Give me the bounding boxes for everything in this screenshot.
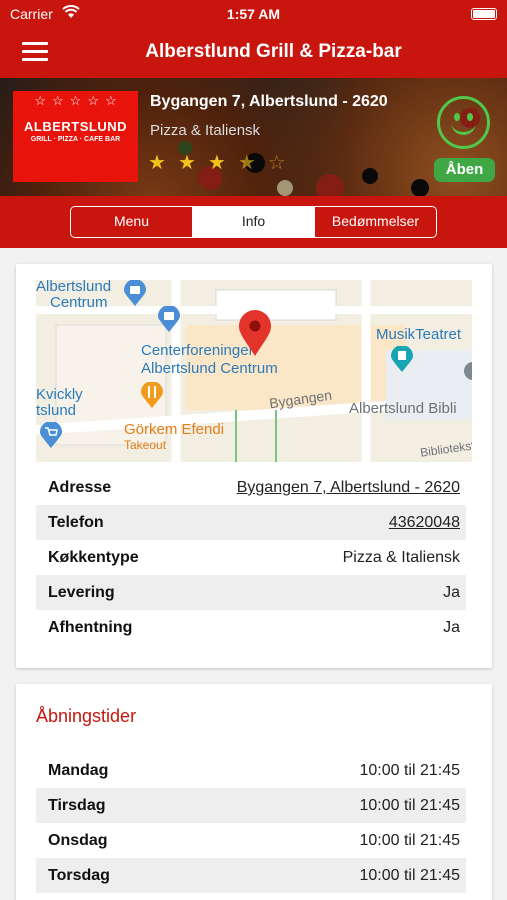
hours-value: 10:00 til 21:45 xyxy=(359,867,460,884)
clock: 1:57 AM xyxy=(226,6,281,22)
hamburger-menu-icon[interactable] xyxy=(22,42,48,62)
info-card: Albertslund Centrum Centerforeningen Alb… xyxy=(16,264,492,668)
navigation-bar: Alberstlund Grill & Pizza-bar xyxy=(0,28,507,78)
star-icon: ★ xyxy=(177,152,208,174)
map-label: Albertslund xyxy=(36,280,112,295)
info-key: Levering xyxy=(48,584,115,601)
star-icon: ☆ xyxy=(267,152,298,174)
hours-row: Mandag 10:00 til 21:45 xyxy=(36,753,466,788)
day-label: Onsdag xyxy=(48,832,108,849)
info-row-pickup: Afhentning Ja xyxy=(36,610,466,645)
tab-menu[interactable]: Menu xyxy=(71,207,192,237)
info-key: Afhentning xyxy=(48,619,133,636)
map-label: tslund xyxy=(36,402,77,419)
address-link[interactable]: Bygangen 7, Albertslund - 2620 xyxy=(237,470,460,505)
map-label: Kvickly xyxy=(36,386,83,403)
info-row-phone: Telefon 43620048 xyxy=(36,505,466,540)
info-value: Ja xyxy=(443,619,460,636)
map-label: Albertslund Centrum xyxy=(141,360,278,377)
hours-value: 10:00 til 21:45 xyxy=(359,797,460,814)
map-label: Albertslund Bibli xyxy=(349,400,457,417)
info-row-address: Adresse Bygangen 7, Albertslund - 2620 xyxy=(36,470,466,505)
logo-stars: ☆☆☆☆☆ xyxy=(34,93,123,108)
info-key: Telefon xyxy=(48,514,104,531)
star-icon: ★ xyxy=(237,152,268,174)
smiley-icon xyxy=(437,96,490,149)
info-row-cuisine: Køkkentype Pizza & Italiensk xyxy=(36,540,466,575)
opening-hours-title: Åbningstider xyxy=(36,706,137,726)
info-value: Ja xyxy=(443,584,460,601)
map-label: Görkem Efendi xyxy=(124,421,225,438)
status-bar: Carrier 1:57 AM xyxy=(0,0,507,28)
logo-name: ALBERTSLUND xyxy=(24,119,127,134)
battery-icon xyxy=(471,8,497,20)
info-value: Pizza & Italiensk xyxy=(342,549,460,566)
hours-row: Torsdag 10:00 til 21:45 xyxy=(36,858,466,893)
open-status-badge: Åben xyxy=(434,158,495,182)
day-label: Mandag xyxy=(48,762,109,779)
hours-row: Onsdag 10:00 til 21:45 xyxy=(36,823,466,858)
day-label: Torsdag xyxy=(48,867,110,884)
hours-row: Tirsdag 10:00 til 21:45 xyxy=(36,788,466,823)
tab-reviews[interactable]: Bedømmelser xyxy=(314,207,436,237)
segmented-control: Menu Info Bedømmelser xyxy=(70,206,437,238)
logo-tagline: GRILL · PIZZA · CAFE BAR xyxy=(30,136,121,143)
hours-value: 10:00 til 21:45 xyxy=(359,762,460,779)
restaurant-category: Pizza & Italiensk xyxy=(150,122,261,139)
restaurant-logo: ☆☆☆☆☆ ALBERTSLUND GRILL · PIZZA · CAFE B… xyxy=(13,91,138,182)
map-label: Takeout xyxy=(124,438,167,452)
star-icon: ★ xyxy=(148,152,178,174)
page-title: Alberstlund Grill & Pizza-bar xyxy=(145,41,402,62)
location-map[interactable]: Albertslund Centrum Centerforeningen Alb… xyxy=(36,280,472,462)
map-label: MusikTeatret xyxy=(376,326,462,343)
star-icon: ★ xyxy=(207,152,238,174)
phone-link[interactable]: 43620048 xyxy=(389,505,460,540)
opening-hours-card: Åbningstider Mandag 10:00 til 21:45 Tirs… xyxy=(16,684,492,900)
hours-value: 10:00 til 21:45 xyxy=(359,832,460,849)
info-key: Køkkentype xyxy=(48,549,139,566)
map-label: Centrum xyxy=(50,294,108,311)
tab-info[interactable]: Info xyxy=(192,207,314,237)
rating-stars: ★★★★☆ xyxy=(148,150,298,175)
info-key: Adresse xyxy=(48,479,112,496)
info-row-delivery: Levering Ja xyxy=(36,575,466,610)
day-label: Tirsdag xyxy=(48,797,106,814)
restaurant-address: Bygangen 7, Albertslund - 2620 xyxy=(150,93,388,110)
